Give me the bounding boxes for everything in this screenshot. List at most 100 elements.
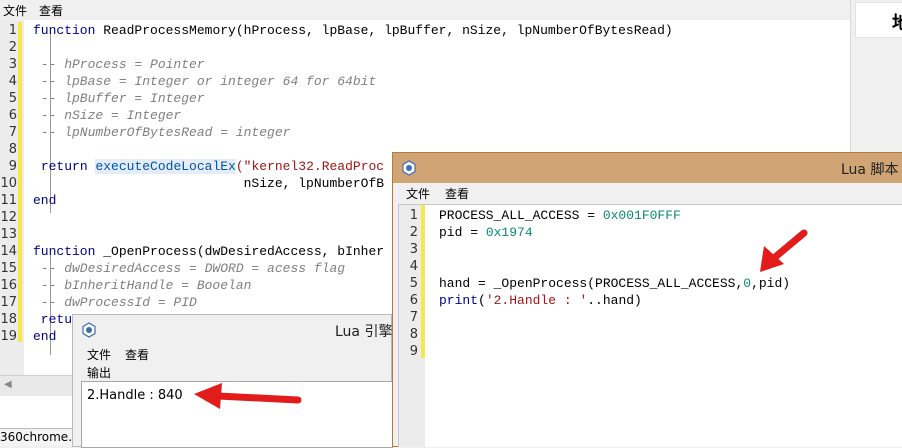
code-token: -- dwProcessId = PID bbox=[33, 295, 197, 310]
lua-app-icon bbox=[402, 160, 416, 176]
line-number: 11 bbox=[0, 193, 17, 208]
code-token: 0x001F0FFF bbox=[602, 208, 681, 223]
scroll-left-icon[interactable]: ◀ bbox=[4, 379, 12, 390]
line-number: 17 bbox=[0, 295, 17, 310]
line-number: 9 bbox=[8, 159, 17, 174]
code-line[interactable]: function _OpenProcess(dwDesiredAccess, b… bbox=[33, 243, 384, 260]
script-menubar: 文件 查看 bbox=[393, 183, 902, 203]
line-number: 12 bbox=[0, 210, 17, 225]
code-token: retu bbox=[33, 312, 73, 327]
modified-lines-marker bbox=[421, 205, 425, 358]
engine-menu-file[interactable]: 文件 bbox=[87, 346, 111, 363]
code-token: '2.Handle : ' bbox=[485, 293, 588, 308]
code-token: function bbox=[33, 23, 96, 38]
code-token: -- lpNumberOfBytesRead = integer bbox=[33, 125, 291, 140]
code-line[interactable]: end bbox=[33, 192, 56, 209]
fold-margin bbox=[24, 20, 51, 375]
line-number: 1 bbox=[8, 23, 17, 38]
code-line[interactable]: -- nSize = Integer bbox=[33, 107, 181, 124]
line-number: 10 bbox=[0, 176, 17, 191]
lua-script-window[interactable]: Lua 脚本 文件 查看 1 2 3 4 5 6 7 8 9 PROCESS_ALL_ACCES… bbox=[392, 152, 902, 447]
code-token: -- nSize = Integer bbox=[33, 108, 182, 123]
code-token: ( bbox=[478, 293, 486, 308]
line-number: 5 bbox=[409, 276, 418, 291]
code-token: ..hand) bbox=[587, 293, 642, 308]
code-line[interactable]: end bbox=[33, 328, 56, 345]
menu-file[interactable]: 文件 bbox=[3, 2, 27, 19]
line-number: 16 bbox=[0, 278, 17, 293]
script-editor[interactable]: 1 2 3 4 5 6 7 8 9 PROCESS_ALL_ACCESS = 0x001F0FF… bbox=[398, 204, 902, 447]
code-token: -- hProcess = Pointer bbox=[33, 57, 205, 72]
line-number: 4 bbox=[409, 259, 418, 274]
background-menubar: 文件 查看 bbox=[0, 0, 850, 20]
code-token: ,pid) bbox=[751, 276, 791, 291]
code-token: end bbox=[33, 193, 57, 208]
code-line[interactable]: return executeCodeLocalEx("kernel32.Read… bbox=[33, 158, 384, 175]
code-token: PROCESS_ALL_ACCESS = bbox=[439, 208, 603, 223]
code-token: -- dwDesiredAccess = DWORD = acess flag bbox=[33, 261, 346, 276]
line-number: 14 bbox=[0, 244, 17, 259]
code-line[interactable]: print('2.Handle : '..hand) bbox=[439, 292, 642, 309]
line-number: 2 bbox=[409, 225, 418, 240]
menu-view[interactable]: 查看 bbox=[39, 2, 63, 19]
code-line[interactable]: -- lpNumberOfBytesRead = integer bbox=[33, 124, 291, 141]
line-number: 4 bbox=[8, 74, 17, 89]
line-number: 9 bbox=[409, 344, 418, 359]
code-line[interactable]: -- bInheritHandle = Booelan bbox=[33, 277, 252, 294]
code-line[interactable]: retu bbox=[33, 311, 72, 328]
code-token: return bbox=[40, 159, 88, 174]
code-line[interactable]: -- hProcess = Pointer bbox=[33, 56, 205, 73]
line-number: 3 bbox=[409, 242, 418, 257]
code-token: -- lpBase = Integer or integer 64 for 64… bbox=[33, 74, 377, 89]
code-line[interactable]: pid = 0x1974 bbox=[439, 224, 533, 241]
line-number: 19 bbox=[0, 329, 17, 344]
line-number: 6 bbox=[409, 293, 418, 308]
script-menu-file[interactable]: 文件 bbox=[406, 185, 430, 202]
code-token: _OpenProcess(dwDesiredAccess, bInher bbox=[95, 244, 385, 259]
line-number: 7 bbox=[409, 310, 418, 325]
code-line[interactable]: function ReadProcessMemory(hProcess, lpB… bbox=[33, 22, 673, 39]
script-menu-view[interactable]: 查看 bbox=[445, 185, 469, 202]
line-number: 3 bbox=[8, 57, 17, 72]
code-line[interactable]: -- dwDesiredAccess = DWORD = acess flag bbox=[33, 260, 345, 277]
code-token: hand = _OpenProcess(PROCESS_ALL_ACCESS, bbox=[439, 276, 744, 291]
code-token: ReadProcessMemory(hProcess, lpBase, lpBu… bbox=[95, 23, 673, 38]
line-number: 13 bbox=[0, 227, 17, 242]
code-line[interactable]: -- dwProcessId = PID bbox=[33, 294, 197, 311]
code-line[interactable]: -- lpBuffer = Integer bbox=[33, 90, 205, 107]
engine-window-title: Lua 引擎 bbox=[335, 324, 393, 340]
output-label: 输出 bbox=[87, 366, 112, 380]
taskbar-item[interactable]: 360chrome.e bbox=[0, 428, 75, 446]
output-text: 2.Handle : 840 bbox=[87, 388, 183, 403]
engine-menu-view[interactable]: 查看 bbox=[125, 346, 149, 363]
code-token: ("kernel32.ReadProc bbox=[235, 159, 385, 174]
right-panel-text: 地 bbox=[892, 13, 902, 34]
code-token: end bbox=[33, 329, 57, 344]
code-token: function bbox=[33, 244, 96, 259]
script-window-title: Lua 脚本 bbox=[841, 162, 899, 178]
line-number: 18 bbox=[0, 312, 17, 327]
code-token: 0x1974 bbox=[485, 225, 533, 240]
code-line[interactable]: hand = _OpenProcess(PROCESS_ALL_ACCESS,0… bbox=[439, 275, 790, 292]
script-titlebar[interactable]: Lua 脚本 bbox=[393, 153, 902, 183]
code-line[interactable]: nSize, lpNumberOfB bbox=[33, 175, 384, 192]
line-number: 1 bbox=[409, 208, 418, 223]
engine-titlebar[interactable]: Lua 引擎 bbox=[73, 315, 393, 345]
output-box[interactable]: 2.Handle : 840 bbox=[81, 381, 393, 448]
code-token: pid = bbox=[439, 225, 486, 240]
lua-app-icon bbox=[82, 322, 96, 338]
code-token: executeCodeLocalEx bbox=[95, 159, 236, 174]
lua-engine-window[interactable]: Lua 引擎 文件 查看 输出 2.Handle : 840 bbox=[72, 314, 393, 448]
code-line[interactable]: PROCESS_ALL_ACCESS = 0x001F0FFF bbox=[439, 207, 681, 224]
engine-menubar: 文件 查看 bbox=[73, 345, 391, 363]
code-token: print bbox=[439, 293, 479, 308]
code-line[interactable]: -- lpBase = Integer or integer 64 for 64… bbox=[33, 73, 376, 90]
line-number: 5 bbox=[8, 91, 17, 106]
right-panel-field[interactable]: 地 bbox=[855, 2, 902, 38]
code-token: 0 bbox=[743, 276, 752, 291]
modified-lines-marker bbox=[18, 22, 22, 342]
line-number: 8 bbox=[409, 327, 418, 342]
line-number: 6 bbox=[8, 108, 17, 123]
code-token: -- lpBuffer = Integer bbox=[33, 91, 205, 106]
